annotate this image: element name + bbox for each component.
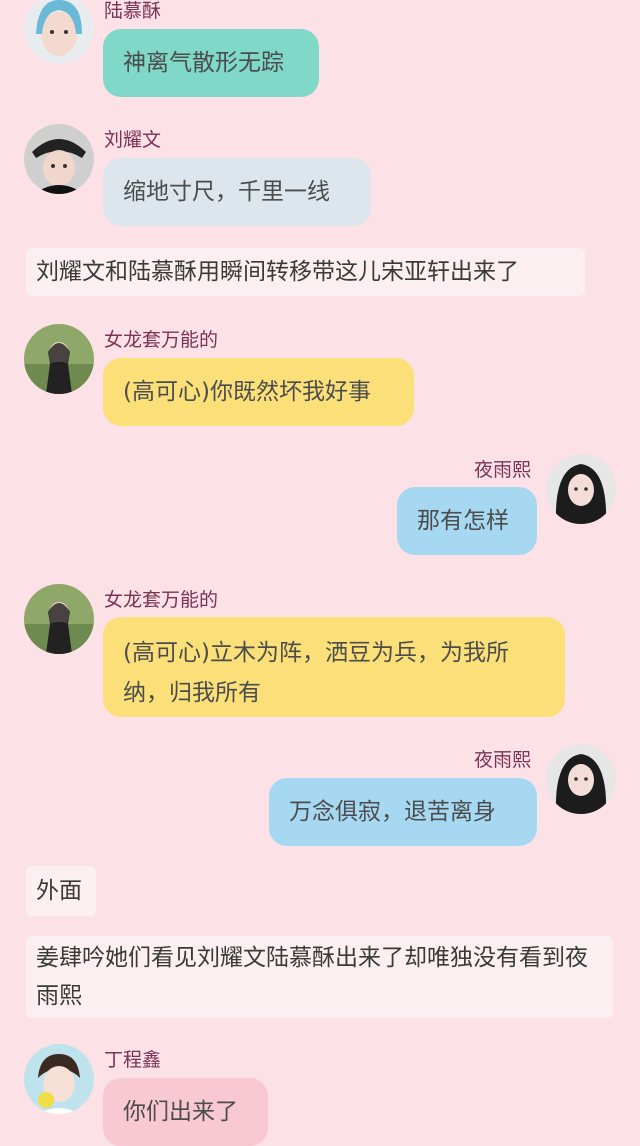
message-bubble[interactable]: 你们出来了 [103, 1078, 268, 1146]
message-bubble[interactable]: (高可心)立木为阵，洒豆为兵，为我所纳，归我所有 [103, 617, 565, 717]
sender-name: 女龙套万能的 [104, 589, 219, 611]
avatar-ye-yuxi[interactable] [546, 744, 616, 814]
narration-text: 刘耀文和陆慕酥用瞬间转移带这儿宋亚轩出来了 [26, 248, 585, 296]
avatar-female-extra[interactable] [24, 324, 94, 394]
narration-text: 外面 [26, 866, 96, 916]
message-bubble[interactable]: 那有怎样 [397, 487, 537, 555]
sender-name: 刘耀文 [104, 129, 162, 151]
avatar-lu-musu[interactable] [24, 0, 94, 64]
message-bubble[interactable]: (高可心)你既然坏我好事 [103, 358, 414, 426]
avatar-ye-yuxi[interactable] [546, 454, 616, 524]
message-bubble[interactable]: 缩地寸尺，千里一线 [103, 158, 371, 226]
avatar-ding-chengxin[interactable] [24, 1044, 94, 1114]
narration-text: 姜肆吟她们看见刘耀文陆慕酥出来了却唯独没有看到夜雨熙 [26, 936, 613, 1018]
sender-name: 丁程鑫 [104, 1049, 162, 1071]
avatar-liu-yaowen[interactable] [24, 124, 94, 194]
avatar-female-extra[interactable] [24, 584, 94, 654]
sender-name: 女龙套万能的 [104, 329, 219, 351]
sender-name: 夜雨熙 [474, 459, 532, 481]
sender-name: 夜雨熙 [474, 749, 532, 771]
sender-name: 陆慕酥 [104, 0, 162, 22]
message-bubble[interactable]: 万念俱寂，退苦离身 [269, 778, 537, 846]
message-bubble[interactable]: 神离气散形无踪 [103, 29, 319, 97]
